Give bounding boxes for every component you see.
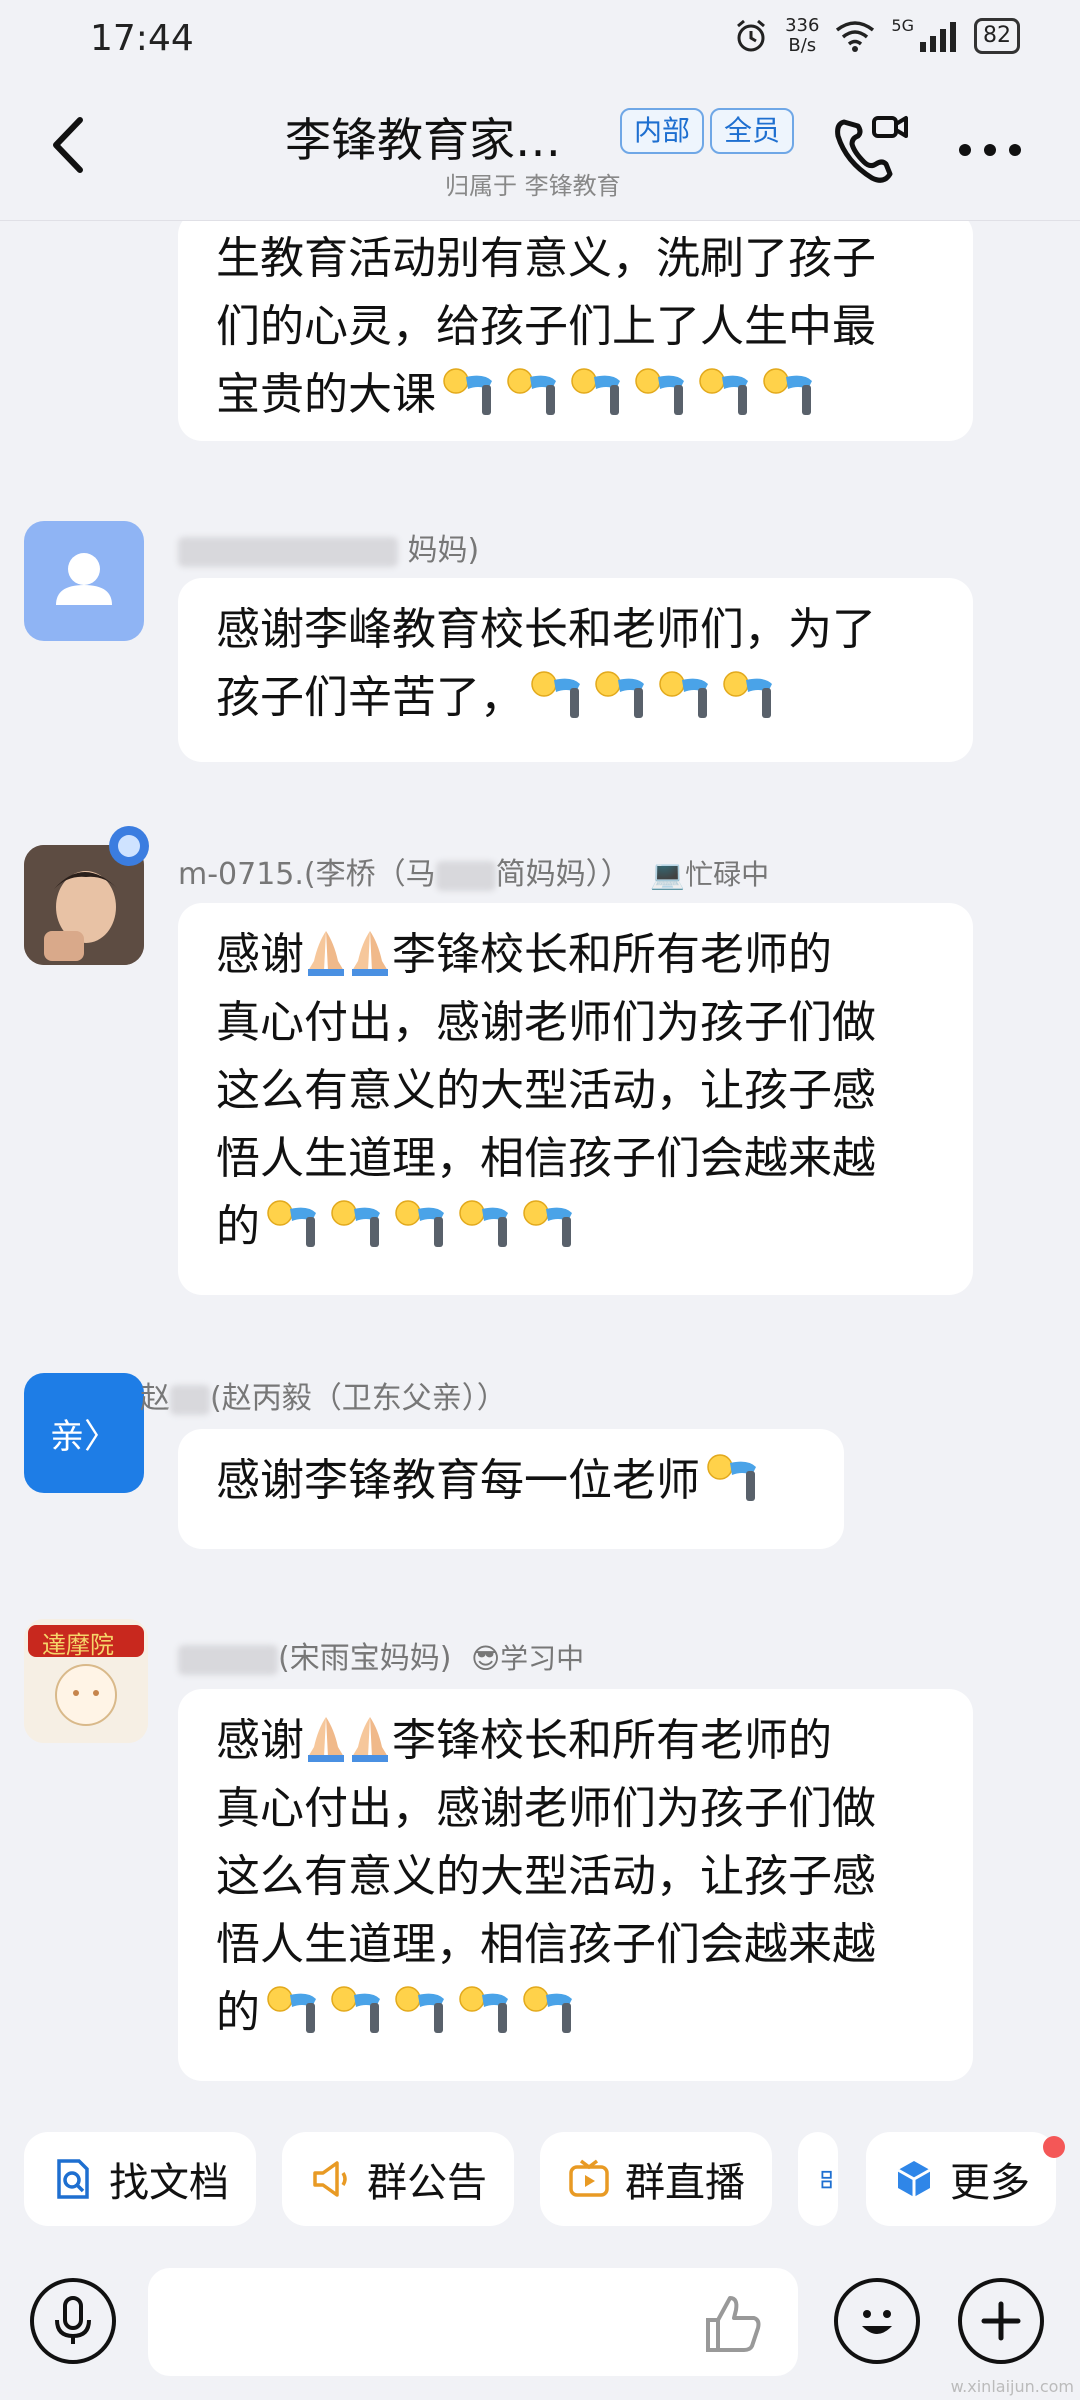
bowing-emoji-icon — [699, 368, 748, 415]
message-bubble[interactable]: 感谢李峰教育校长和老师们，为了 孩子们辛苦了， — [178, 578, 973, 762]
avatar[interactable]: 亲〉 — [24, 1373, 144, 1493]
voice-input-button[interactable] — [30, 2278, 116, 2364]
bow-emoji-group — [524, 671, 780, 723]
bowing-emoji-icon — [395, 1200, 444, 1247]
bowing-emoji-icon — [523, 1200, 572, 1247]
alarm-icon — [737, 19, 766, 52]
quick-action-bar: 找文档 群公告 群直播 更多 — [0, 2118, 1080, 2238]
microphone-icon — [55, 2296, 91, 2344]
more-apps-button[interactable]: 更多 — [866, 2132, 1056, 2226]
pray-emoji-group — [304, 929, 392, 980]
group-announcement-button[interactable]: 群公告 — [282, 2132, 514, 2226]
status-time: 17:44 — [90, 18, 194, 59]
bowing-emoji-icon — [443, 368, 492, 415]
astronaut-badge-icon — [109, 826, 149, 866]
bowing-emoji-icon — [531, 671, 580, 718]
bowing-emoji-icon — [331, 1986, 380, 2033]
user-status: 💻忙碌中 — [650, 858, 770, 891]
badge-all-members: 全员 — [710, 108, 795, 154]
signal-label: 5G — [891, 16, 914, 35]
praying-hands-icon — [308, 1717, 344, 1762]
praying-hands-icon — [352, 1717, 388, 1762]
status-icons: 336 B/s 5G 82 — [733, 16, 1020, 56]
bow-emoji-group — [260, 1986, 580, 2038]
chat-title[interactable]: 李锋教育家… — [285, 104, 561, 170]
app-icon — [821, 2170, 832, 2189]
bowing-emoji-icon — [523, 1986, 572, 2033]
bowing-emoji-icon — [507, 368, 556, 415]
video-call-icon[interactable] — [830, 110, 910, 190]
bowing-emoji-icon — [595, 671, 644, 718]
bowing-emoji-icon — [659, 671, 708, 718]
sender-name: 赵 (赵丙毅（卫东父亲）） — [140, 1381, 507, 1416]
smiley-icon — [862, 2310, 892, 2334]
sender-name: m-0715.(李桥（马 简妈妈）） 💻忙碌中 — [178, 857, 770, 892]
bowing-emoji-icon — [635, 368, 684, 415]
user-status: 😎学习中 — [470, 1642, 585, 1675]
bowing-emoji-icon — [571, 368, 620, 415]
signal-icon — [920, 22, 956, 52]
find-docs-button[interactable]: 找文档 — [24, 2132, 256, 2226]
bowing-emoji-icon — [459, 1200, 508, 1247]
emoji-button[interactable] — [834, 2278, 920, 2364]
tv-live-icon — [569, 2159, 609, 2197]
more-options-icon[interactable] — [955, 130, 1025, 170]
bowing-emoji-icon — [707, 1454, 756, 1501]
document-search-icon — [57, 2159, 89, 2199]
chat-header: 李锋教育家… 内部 全员 归属于 李锋教育 — [0, 80, 1080, 221]
thumbs-up-icon[interactable] — [700, 2290, 766, 2356]
default-user-icon — [56, 553, 112, 605]
sender-name: (宋雨宝妈妈) 😎学习中 — [178, 1633, 584, 1677]
badge-internal: 内部 — [620, 108, 705, 154]
cube-icon — [897, 2161, 931, 2197]
message-bubble[interactable]: 感谢 李锋校长和所有老师的 真心付出，感谢老师们为孩子们做 这么有意义的大型活动，… — [178, 903, 973, 1295]
bowing-emoji-icon — [267, 1986, 316, 2033]
bow-emoji-group — [436, 368, 820, 420]
bowing-emoji-icon — [395, 1986, 444, 2033]
praying-hands-icon — [352, 931, 388, 976]
message-bubble[interactable]: 感谢李锋教育每一位老师 — [178, 1429, 844, 1549]
add-more-button[interactable] — [958, 2278, 1044, 2364]
net-speed: 336 B/s — [785, 15, 820, 56]
wifi-icon — [836, 21, 875, 52]
group-live-button[interactable]: 群直播 — [540, 2132, 772, 2226]
chat-subtitle: 归属于 李锋教育 — [445, 172, 621, 200]
input-bar: w.xinlaijun.com — [0, 2250, 1080, 2400]
bowing-emoji-icon — [763, 368, 812, 415]
praying-hands-icon — [308, 931, 344, 976]
notification-dot — [1043, 2136, 1065, 2158]
message-list[interactable]: 生教育活动别有意义，洗刷了孩子 们的心灵，给孩子们上了人生中最 宝贵的大课 妈妈… — [0, 221, 1080, 2111]
status-bar: 17:44 336 B/s 5G 82 — [0, 0, 1080, 80]
bowing-emoji-icon — [267, 1200, 316, 1247]
bowing-emoji-icon — [331, 1200, 380, 1247]
watermark: w.xinlaijun.com — [950, 2377, 1074, 2396]
message-bubble[interactable]: 感谢 李锋校长和所有老师的 真心付出，感谢老师们为孩子们做 这么有意义的大型活动，… — [178, 1689, 973, 2081]
battery-indicator: 82 — [974, 18, 1020, 54]
bow-emoji-group — [700, 1454, 764, 1506]
pray-emoji-group — [304, 1715, 392, 1766]
avatar[interactable] — [24, 521, 144, 641]
avatar[interactable]: 達摩院 — [24, 1619, 148, 1743]
sender-name: 妈妈) — [178, 525, 479, 569]
megaphone-icon — [313, 2161, 347, 2197]
plus-icon — [981, 2301, 1021, 2341]
bow-emoji-group — [260, 1200, 580, 1252]
partial-action-button[interactable] — [798, 2132, 838, 2226]
bowing-emoji-icon — [723, 671, 772, 718]
back-arrow-icon[interactable] — [40, 110, 100, 180]
bowing-emoji-icon — [459, 1986, 508, 2033]
message-bubble[interactable]: 生教育活动别有意义，洗刷了孩子 们的心灵，给孩子们上了人生中最 宝贵的大课 — [178, 221, 973, 441]
